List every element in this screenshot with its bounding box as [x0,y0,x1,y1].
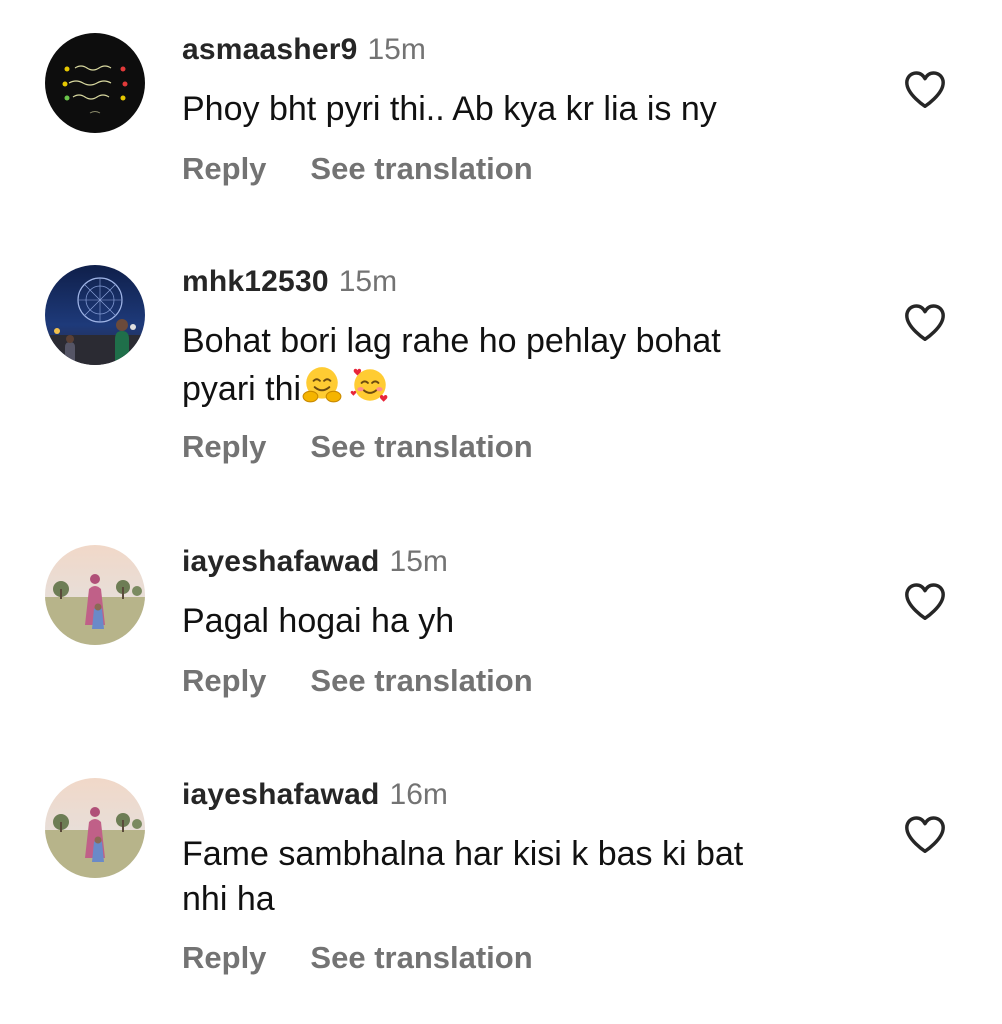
comment-text: Pagal hogai ha yh [182,599,862,644]
avatar[interactable] [45,33,145,133]
avatar[interactable] [45,778,145,878]
heart-outline-icon[interactable] [902,69,948,109]
comment-text: Bohat bori lag rahe ho pehlay bohat pyar… [182,319,862,412]
hugging-face-emoji [302,367,342,403]
reply-button[interactable]: Reply [182,151,266,186]
comment-text: Fame sambhalna har kisi k bas ki bat nhi… [182,832,862,922]
reply-button[interactable]: Reply [182,429,266,464]
see-translation-button[interactable]: See translation [310,429,532,464]
timestamp: 15m [367,33,426,66]
username[interactable]: asmaasher9 [182,33,357,66]
timestamp: 16m [389,778,448,811]
comment-text-line: Fame sambhalna har kisi k bas ki bat [182,835,744,873]
comment-actions: Reply See translation [182,429,533,465]
heart-outline-icon[interactable] [902,302,948,342]
ferris-wheel-photo-avatar-icon [45,265,145,365]
comment-header: mhk12530 15m [182,265,397,305]
park-photo-avatar-icon [45,545,145,645]
avatar[interactable] [45,265,145,365]
comment-text-line: nhi ha [182,880,275,918]
username[interactable]: mhk12530 [182,265,329,298]
comment-header: iayeshafawad 16m [182,778,448,818]
smiling-face-with-hearts-emoji [350,368,388,402]
urdu-poetry-avatar-icon [45,33,145,133]
comment-actions: Reply See translation [182,940,533,976]
comment-text-line: Phoy bht pyri thi.. Ab kya kr lia is ny [182,90,717,128]
comment-header: asmaasher9 15m [182,33,426,73]
comment-actions: Reply See translation [182,151,533,187]
timestamp: 15m [389,545,448,578]
timestamp: 15m [338,265,398,298]
comment-text: Phoy bht pyri thi.. Ab kya kr lia is ny [182,87,862,132]
comment-text-line: Bohat bori lag rahe ho pehlay bohat [182,322,721,360]
username[interactable]: iayeshafawad [182,545,380,578]
park-photo-avatar-icon [45,778,145,878]
username[interactable]: iayeshafawad [182,778,380,811]
reply-button[interactable]: Reply [182,663,266,698]
see-translation-button[interactable]: See translation [310,940,532,975]
comment-text-line: pyari thi [182,370,302,408]
comment-header: iayeshafawad 15m [182,545,448,585]
heart-outline-icon[interactable] [902,581,948,621]
see-translation-button[interactable]: See translation [310,663,532,698]
heart-outline-icon[interactable] [902,814,948,854]
reply-button[interactable]: Reply [182,940,266,975]
see-translation-button[interactable]: See translation [310,151,532,186]
avatar[interactable] [45,545,145,645]
comment-text-line: Pagal hogai ha yh [182,602,455,640]
comment-actions: Reply See translation [182,663,533,699]
